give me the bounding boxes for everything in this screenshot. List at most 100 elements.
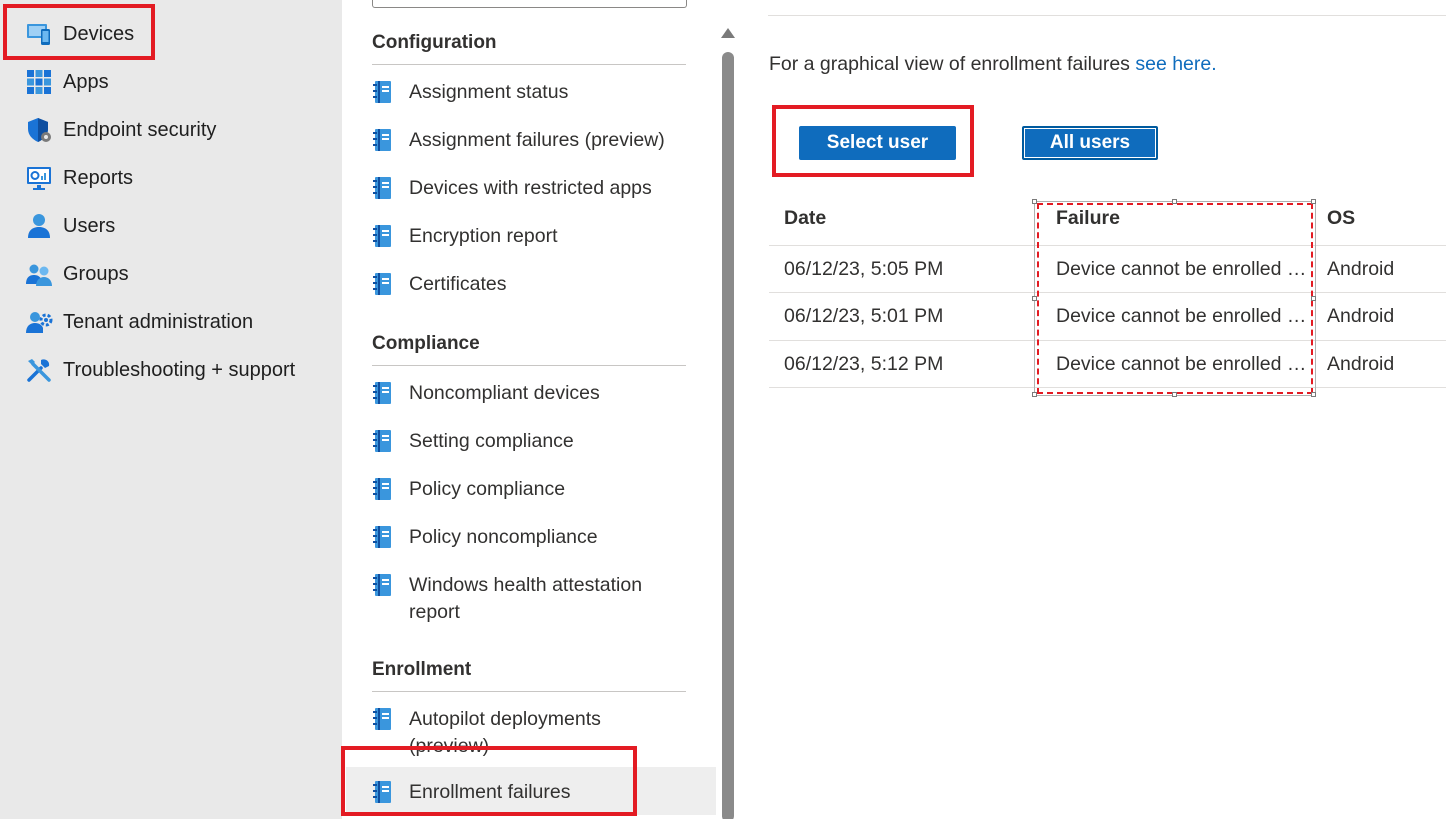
- menu-search-input[interactable]: [372, 0, 687, 8]
- nav-item-apps[interactable]: Apps: [24, 62, 109, 102]
- graphical-view-info: For a graphical view of enrollment failu…: [769, 53, 1217, 76]
- devices-icon: [24, 19, 54, 49]
- menu-item-certificates[interactable]: Certificates: [372, 271, 686, 298]
- selection-handle: [1172, 392, 1177, 397]
- selection-handle: [1032, 296, 1037, 301]
- report-book-icon: [372, 175, 394, 201]
- endpoint-security-icon: [24, 115, 54, 145]
- cell-failure[interactable]: Device cannot be enrolled a...: [1056, 258, 1312, 281]
- selection-handle: [1032, 199, 1037, 204]
- menu-item-label: Policy noncompliance: [409, 526, 598, 548]
- nav-item-troubleshooting-support[interactable]: Troubleshooting + support: [24, 350, 295, 390]
- section-compliance: Compliance: [372, 333, 686, 366]
- info-text: For a graphical view of enrollment failu…: [769, 53, 1136, 75]
- cell-os: Android: [1327, 258, 1395, 280]
- menu-item-assignment-status[interactable]: Assignment status: [372, 79, 686, 106]
- menu-item-windows-health-attestation[interactable]: Windows health attestation report: [372, 572, 672, 626]
- report-book-icon: [372, 127, 394, 153]
- report-book-icon: [372, 706, 394, 732]
- divider: [768, 15, 1446, 16]
- menu-item-noncompliant-devices[interactable]: Noncompliant devices: [372, 380, 686, 407]
- cell-date: 06/12/23, 5:12 PM: [784, 353, 944, 375]
- nav-item-devices[interactable]: Devices: [24, 14, 134, 54]
- cell-date: 06/12/23, 5:05 PM: [784, 258, 944, 280]
- column-header-failure[interactable]: Failure: [1056, 207, 1120, 230]
- menu-scrollbar[interactable]: [720, 20, 736, 819]
- nav-item-label: Endpoint security: [63, 118, 217, 141]
- nav-item-users[interactable]: Users: [24, 206, 115, 246]
- menu-item-enrollment-failures[interactable]: Enrollment failures: [372, 779, 686, 806]
- users-icon: [24, 211, 54, 241]
- menu-item-label: Autopilot deployments (preview): [409, 708, 601, 757]
- menu-item-devices-restricted-apps[interactable]: Devices with restricted apps: [372, 175, 686, 202]
- nav-item-label: Devices: [63, 22, 135, 45]
- groups-icon: [24, 259, 54, 289]
- report-book-icon: [372, 271, 394, 297]
- menu-item-assignment-failures[interactable]: Assignment failures (preview): [372, 127, 686, 154]
- scroll-up-arrow-icon[interactable]: [721, 28, 735, 38]
- menu-item-policy-compliance[interactable]: Policy compliance: [372, 476, 686, 503]
- left-navigation: Devices Apps Endpoint security Reports U…: [0, 0, 342, 819]
- report-book-icon: [372, 428, 394, 454]
- nav-item-label: Groups: [63, 262, 129, 285]
- selection-handle: [1172, 199, 1177, 204]
- menu-item-label: Policy compliance: [409, 478, 566, 500]
- menu-item-label: Setting compliance: [409, 430, 574, 452]
- cell-os: Android: [1327, 353, 1395, 375]
- menu-item-autopilot-deployments[interactable]: Autopilot deployments (preview): [372, 706, 642, 760]
- report-book-icon: [372, 779, 394, 805]
- report-book-icon: [372, 572, 394, 598]
- reports-icon: [24, 163, 54, 193]
- cell-failure[interactable]: Device cannot be enrolled a...: [1056, 353, 1312, 376]
- menu-item-policy-noncompliance[interactable]: Policy noncompliance: [372, 524, 686, 551]
- cell-os: Android: [1327, 305, 1395, 327]
- nav-item-label: Reports: [63, 166, 134, 189]
- menu-item-label: Devices with restricted apps: [409, 177, 652, 199]
- nav-item-endpoint-security[interactable]: Endpoint security: [24, 110, 216, 150]
- column-header-date[interactable]: Date: [784, 207, 826, 230]
- nav-item-reports[interactable]: Reports: [24, 158, 133, 198]
- nav-item-tenant-administration[interactable]: Tenant administration: [24, 302, 253, 342]
- menu-item-label: Assignment status: [409, 81, 569, 103]
- table-row-divider: [769, 387, 1446, 388]
- cell-date: 06/12/23, 5:01 PM: [784, 305, 944, 327]
- main-content: [736, 0, 1446, 819]
- section-configuration: Configuration: [372, 32, 686, 65]
- nav-item-label: Troubleshooting + support: [63, 358, 296, 381]
- selection-handle: [1311, 199, 1316, 204]
- nav-item-label: Apps: [63, 70, 109, 93]
- table-header-divider: [769, 245, 1446, 246]
- report-book-icon: [372, 380, 394, 406]
- nav-item-label: Users: [63, 214, 116, 237]
- select-user-button[interactable]: Select user: [799, 126, 956, 160]
- menu-item-label: Noncompliant devices: [409, 382, 600, 404]
- report-book-icon: [372, 79, 394, 105]
- menu-item-encryption-report[interactable]: Encryption report: [372, 223, 686, 250]
- selection-handle: [1311, 392, 1316, 397]
- table-row-divider: [769, 340, 1446, 341]
- see-here-link[interactable]: see here.: [1135, 53, 1216, 75]
- section-enrollment: Enrollment: [372, 659, 686, 692]
- nav-item-groups[interactable]: Groups: [24, 254, 129, 294]
- cell-failure[interactable]: Device cannot be enrolled a...: [1056, 305, 1312, 328]
- menu-item-setting-compliance[interactable]: Setting compliance: [372, 428, 686, 455]
- table-row-divider: [769, 292, 1446, 293]
- report-book-icon: [372, 476, 394, 502]
- selection-handle: [1032, 392, 1037, 397]
- tenant-admin-icon: [24, 307, 54, 337]
- menu-item-label: Certificates: [409, 273, 507, 295]
- report-book-icon: [372, 524, 394, 550]
- all-users-button[interactable]: All users: [1022, 126, 1158, 160]
- apps-icon: [24, 67, 54, 97]
- menu-item-label: Assignment failures (preview): [409, 129, 665, 151]
- scrollbar-thumb[interactable]: [722, 52, 734, 819]
- nav-item-label: Tenant administration: [63, 310, 254, 333]
- menu-item-label: Encryption report: [409, 225, 558, 247]
- resource-menu: [342, 0, 720, 819]
- report-book-icon: [372, 223, 394, 249]
- troubleshooting-icon: [24, 355, 54, 385]
- menu-item-label: Enrollment failures: [409, 781, 571, 803]
- column-header-os[interactable]: OS: [1327, 207, 1355, 230]
- menu-item-label: Windows health attestation report: [409, 574, 643, 623]
- selection-handle: [1311, 296, 1316, 301]
